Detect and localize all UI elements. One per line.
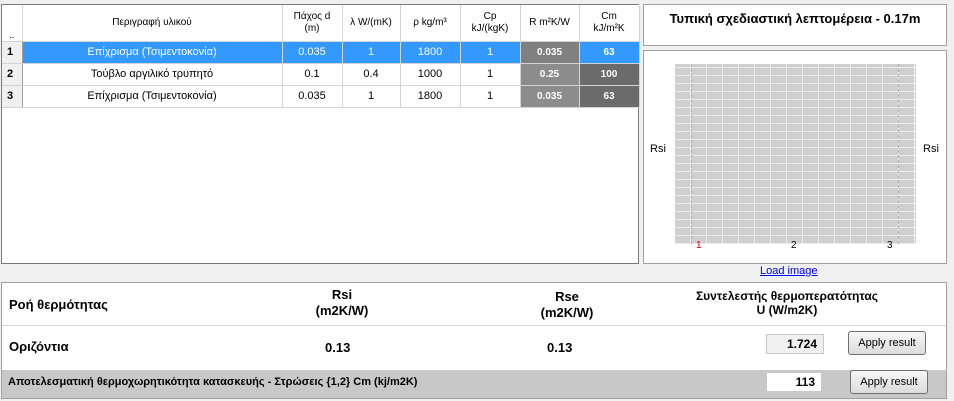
thermal-capacity-label: Αποτελεσματική θερμοχωρητικότητα κατασκε… <box>8 376 418 388</box>
materials-grid[interactable]: .. Περιγραφή υλικού Πάχος d (m) λ W/(mK) … <box>1 4 640 264</box>
col-header-r[interactable]: R m²K/W <box>520 5 580 42</box>
table-row[interactable]: 1 Επίχρισμα (Τσιμεντοκονία) 0.035 1 1800… <box>2 41 640 64</box>
wall-diagram-panel: Rsi Rsi 1 2 3 <box>643 50 947 264</box>
layer-number-2: 2 <box>791 240 797 251</box>
u-value-field[interactable]: 1.724 <box>766 334 824 354</box>
cell-lambda[interactable]: 1 <box>342 41 401 64</box>
apply-result-button-2[interactable]: Apply result <box>850 370 928 394</box>
row-header[interactable]: 2 <box>2 63 23 86</box>
rsi-header-l1: Rsi <box>331 287 353 302</box>
cell-r[interactable]: 0.25 <box>520 63 580 86</box>
cell-thickness[interactable]: 0.035 <box>282 41 343 64</box>
col-header-thickness[interactable]: Πάχος d (m) <box>282 5 343 42</box>
rsi-header-l2: (m2K/W) <box>315 303 369 318</box>
cell-lambda[interactable]: 0.4 <box>342 63 401 86</box>
heat-flow-label: Ροή θερμότητας <box>9 297 108 312</box>
layer-2-region <box>692 64 899 244</box>
cell-rho[interactable]: 1000 <box>400 63 461 86</box>
col-header-cm[interactable]: Cm kJ/m²K <box>579 5 640 42</box>
cell-cp[interactable]: 1 <box>460 63 521 86</box>
layer-number-3: 3 <box>887 240 893 251</box>
cell-thickness[interactable]: 0.035 <box>282 85 343 108</box>
table-row[interactable]: 3 Επίχρισμα (Τσιμεντοκονία) 0.035 1 1800… <box>2 85 640 108</box>
row-header[interactable]: 3 <box>2 85 23 108</box>
u-header: Συντελεστής θερμοπερατότητας U (W/m2K) <box>662 289 912 317</box>
cell-description[interactable]: Επίχρισμα (Τσιμεντοκονία) <box>22 85 283 108</box>
rse-header-l2: (m2K/W) <box>540 305 594 320</box>
cell-cm[interactable]: 63 <box>579 85 640 108</box>
rse-value: 0.13 <box>547 340 573 355</box>
cell-cm[interactable]: 63 <box>579 41 640 64</box>
u-header-l1: Συντελεστής θερμοπερατότητας <box>695 289 879 303</box>
col-header-cp[interactable]: Cp kJ/(kgK) <box>460 5 521 42</box>
cell-description[interactable]: Τούβλο αργιλικό τρυπητό <box>22 63 283 86</box>
results-panel: Ροή θερμότητας Rsi (m2K/W) Rse (m2K/W) Σ… <box>1 282 947 399</box>
wall-section-image <box>675 64 916 244</box>
cm-value-field[interactable]: 113 <box>766 372 822 392</box>
cell-cp[interactable]: 1 <box>460 41 521 64</box>
cell-cm[interactable]: 100 <box>579 63 640 86</box>
col-header-description[interactable]: Περιγραφή υλικού <box>22 5 283 42</box>
cell-lambda[interactable]: 1 <box>342 85 401 108</box>
col-header-cm-l1: Cm <box>601 10 617 22</box>
cell-r[interactable]: 0.035 <box>520 85 580 108</box>
cell-rho[interactable]: 1800 <box>400 41 461 64</box>
divider <box>2 325 946 326</box>
layer-number-1: 1 <box>696 240 702 251</box>
cell-description[interactable]: Επίχρισμα (Τσιμεντοκονία) <box>22 41 283 64</box>
load-image-link[interactable]: Load image <box>760 265 818 277</box>
col-header-cp-l1: Cp <box>483 10 497 22</box>
col-header-thickness-l2: (m) <box>304 22 320 34</box>
cell-r[interactable]: 0.035 <box>520 41 580 64</box>
col-header-thickness-l1: Πάχος d <box>293 10 331 22</box>
rsi-header: Rsi (m2K/W) <box>292 287 392 319</box>
col-header-rho[interactable]: ρ kg/m³ <box>400 5 461 42</box>
detail-title: Τυπική σχεδιαστική λεπτομέρεια - 0.17m <box>669 11 921 26</box>
rse-header: Rse (m2K/W) <box>512 289 622 321</box>
grid-header-row: .. Περιγραφή υλικού Πάχος d (m) λ W/(mK) … <box>2 5 640 42</box>
rse-header-l1: Rse <box>555 289 579 304</box>
apply-result-button[interactable]: Apply result <box>848 331 926 355</box>
cell-thickness[interactable]: 0.1 <box>282 63 343 86</box>
row-header[interactable]: 1 <box>2 41 23 64</box>
rsi-right-label: Rsi <box>923 143 939 155</box>
layer-1-region <box>675 64 692 244</box>
col-header-lambda[interactable]: λ W/(mK) <box>342 5 401 42</box>
detail-title-panel: Τυπική σχεδιαστική λεπτομέρεια - 0.17m <box>643 4 947 46</box>
col-header-cm-l2: kJ/m²K <box>593 22 625 34</box>
col-header-cp-l2: kJ/(kgK) <box>471 22 509 34</box>
thermal-capacity-bar: Αποτελεσματική θερμοχωρητικότητα κατασκε… <box>2 370 946 398</box>
cell-rho[interactable]: 1800 <box>400 85 461 108</box>
col-header-rowselector[interactable]: .. <box>2 5 23 42</box>
rsi-left-label: Rsi <box>650 143 666 155</box>
table-row[interactable]: 2 Τούβλο αργιλικό τρυπητό 0.1 0.4 1000 1… <box>2 63 640 86</box>
orientation-label: Οριζόντια <box>9 339 69 354</box>
u-header-l2: U (W/m2K) <box>756 303 818 317</box>
rsi-value: 0.13 <box>325 340 351 355</box>
cell-cp[interactable]: 1 <box>460 85 521 108</box>
